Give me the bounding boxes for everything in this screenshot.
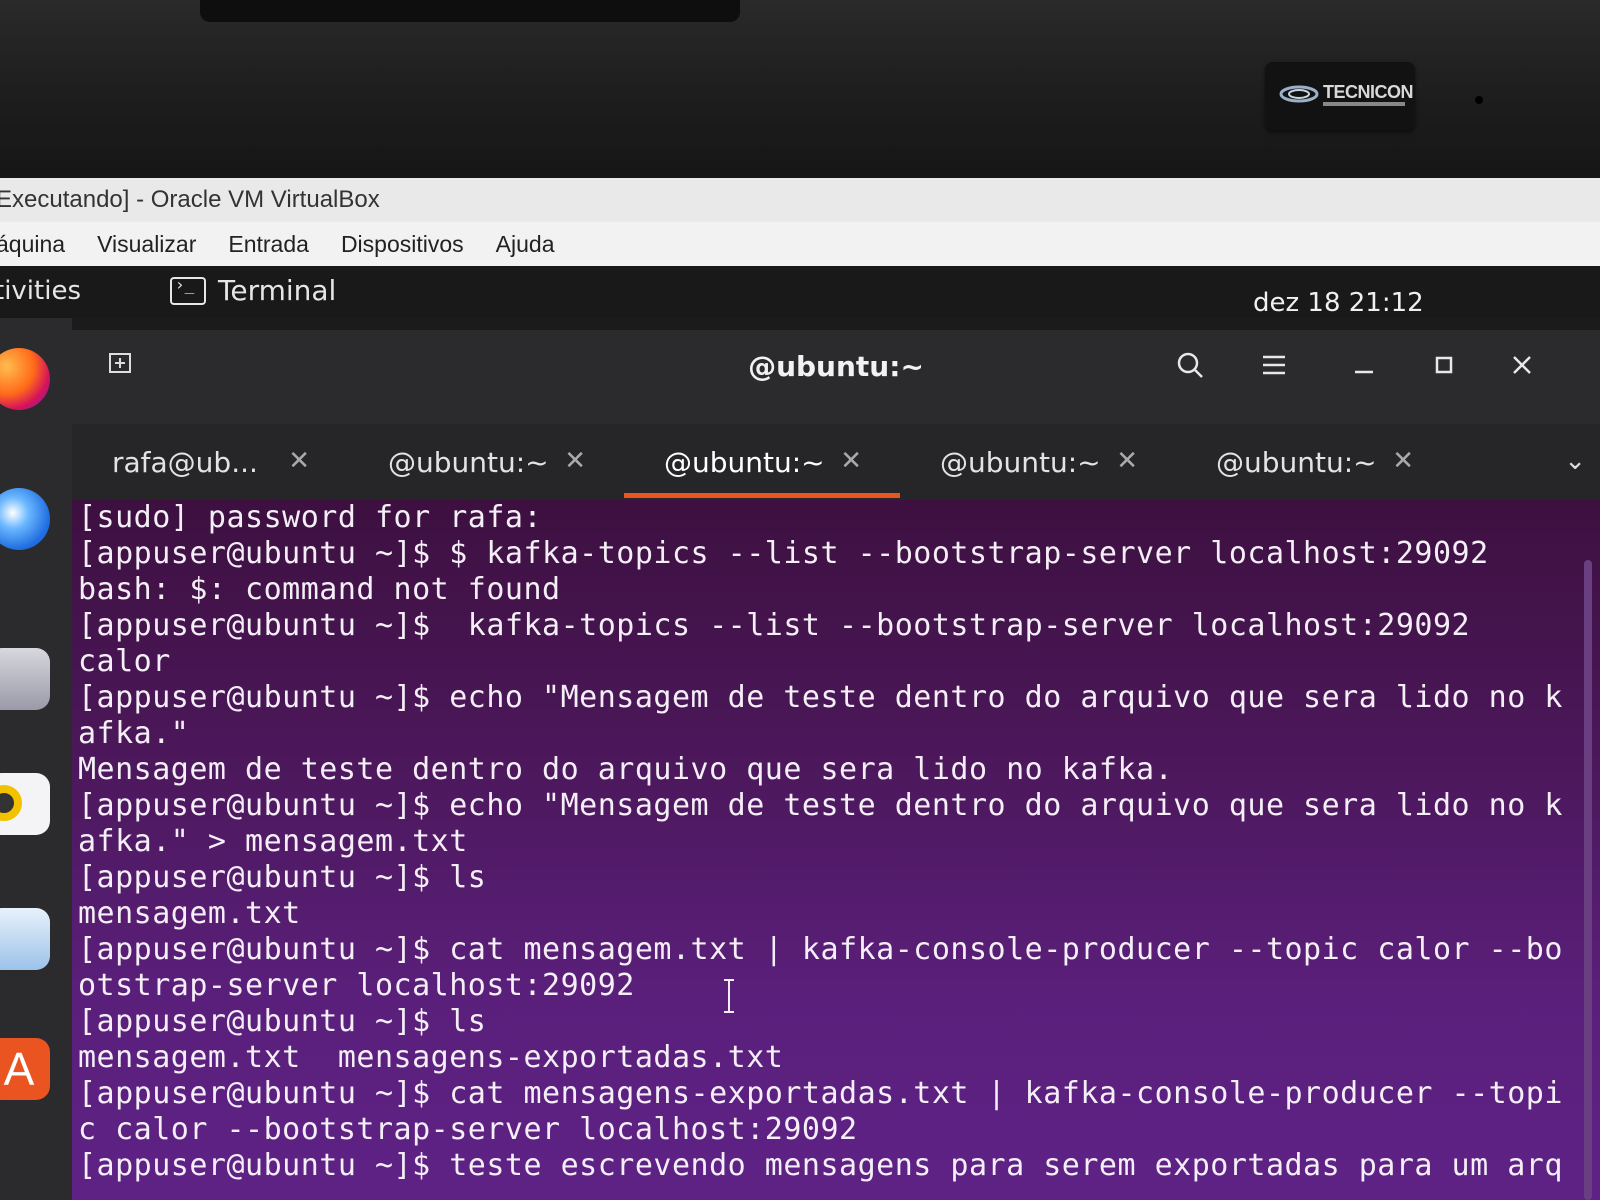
terminal-line: [sudo] password for rafa: [78, 500, 543, 535]
thunderbird-icon[interactable] [0, 488, 50, 550]
tab-close-icon[interactable]: ✕ [1116, 446, 1138, 476]
tab-4[interactable]: @ubuntu:~ ✕ [900, 424, 1176, 500]
terminal-line: c calor --bootstrap-server localhost:290… [78, 1112, 858, 1147]
search-icon [1177, 352, 1203, 378]
logo-text: TECNICON [1323, 82, 1414, 102]
terminal-line: [appuser@ubuntu ~]$ echo "Mensagem de te… [78, 788, 1563, 823]
terminal-line: [appuser@ubuntu ~]$ teste escrevendo men… [78, 1148, 1563, 1183]
search-button[interactable] [1170, 350, 1210, 390]
chevron-down-icon[interactable]: ⌄ [1564, 446, 1586, 476]
terminal-line: [appuser@ubuntu ~]$ cat mensagens-export… [78, 1076, 1563, 1111]
terminal-output[interactable]: [sudo] password for rafa: [appuser@ubunt… [72, 500, 1600, 1200]
tab-label: @ubuntu:~ [1216, 445, 1377, 479]
logo-subtitle-mark [1323, 102, 1405, 106]
terminal-icon [170, 275, 206, 305]
writer-icon[interactable] [0, 908, 50, 970]
monitor-bezel: TECNICON [0, 0, 1600, 178]
menu-entrada[interactable]: Entrada [212, 222, 325, 266]
terminal-line: [appuser@ubuntu ~]$ kafka-topics --list … [78, 608, 1471, 643]
tab-label: @ubuntu:~ [388, 445, 549, 479]
menu-ajuda[interactable]: Ajuda [480, 222, 571, 266]
terminal-line: calor [78, 644, 171, 679]
terminal-line: [appuser@ubuntu ~]$ $ kafka-topics --lis… [78, 536, 1489, 571]
tecnicon-logo: TECNICON [1265, 62, 1415, 130]
dock: A [0, 318, 72, 1200]
software-center-icon[interactable]: A [0, 1038, 50, 1100]
terminal-line: mensagem.txt mensagens-exportadas.txt [78, 1040, 784, 1075]
close-icon [1513, 356, 1531, 374]
terminal-line: otstrap-server localhost:29092 [78, 968, 635, 1003]
terminal-line: [appuser@ubuntu ~]$ echo "Mensagem de te… [78, 680, 1563, 715]
maximize-button[interactable] [1424, 350, 1464, 390]
tab-label: @ubuntu:~ [940, 445, 1101, 479]
tab-label: rafa@ub... [112, 445, 258, 479]
terminal-line: afka." > mensagem.txt [78, 824, 468, 859]
terminal-line: mensagem.txt [78, 896, 301, 931]
close-button[interactable] [1502, 350, 1542, 390]
activities-button[interactable]: tivities [0, 276, 81, 306]
tab-2[interactable]: @ubuntu:~ ✕ [348, 424, 624, 500]
bezel-slot [200, 0, 740, 22]
window-title: Executando] - Oracle VM VirtualBox [0, 186, 380, 213]
app-name: Terminal [218, 274, 337, 307]
hamburger-icon [1263, 355, 1285, 375]
terminal-line: bash: $: command not found [78, 572, 561, 607]
menu-visualizar[interactable]: Visualizar [81, 222, 212, 266]
tab-5[interactable]: @ubuntu:~ ✕ [1176, 424, 1452, 500]
tab-3-active[interactable]: @ubuntu:~ ✕ [624, 424, 900, 500]
terminal-window: @ubuntu:~ rafa@ub... ✕ @ubuntu:~ ✕ @ubun… [72, 330, 1600, 1200]
tecnicon-logo-mark [1279, 85, 1319, 103]
terminal-header-bar: @ubuntu:~ [72, 330, 1600, 424]
tab-close-icon[interactable]: ✕ [1392, 446, 1414, 476]
menu-maquina[interactable]: áquina [0, 222, 81, 266]
clock[interactable]: dez 18 21:12 [1253, 288, 1424, 318]
files-icon[interactable] [0, 648, 50, 710]
tab-close-icon[interactable]: ✕ [564, 446, 586, 476]
firefox-icon[interactable] [0, 348, 50, 410]
terminal-line: [appuser@ubuntu ~]$ cat mensagem.txt | k… [78, 932, 1563, 967]
terminal-line: Mensagem de teste dentro do arquivo que … [78, 752, 1174, 787]
minimize-icon [1355, 370, 1373, 374]
maximize-icon [1435, 356, 1453, 374]
virtualbox-menu-bar: áquina Visualizar Entrada Dispositivos A… [0, 222, 1600, 266]
virtualbox-title-bar: Executando] - Oracle VM VirtualBox [0, 178, 1600, 222]
menu-dispositivos[interactable]: Dispositivos [325, 222, 480, 266]
tab-1[interactable]: rafa@ub... ✕ [72, 424, 348, 500]
app-menu-terminal[interactable]: Terminal [170, 274, 336, 307]
tab-close-icon[interactable]: ✕ [288, 446, 310, 476]
ubuntu-top-bar: tivities Terminal dez 18 21:12 [0, 266, 1600, 318]
tab-bar: rafa@ub... ✕ @ubuntu:~ ✕ @ubuntu:~ ✕ @ub… [72, 424, 1600, 500]
webcam [1475, 96, 1483, 104]
tab-label: @ubuntu:~ [664, 445, 825, 479]
text-cursor-icon [724, 979, 734, 1013]
tab-close-icon[interactable]: ✕ [840, 446, 862, 476]
hamburger-menu-button[interactable] [1254, 350, 1294, 390]
scrollbar[interactable] [1584, 560, 1592, 1200]
minimize-button[interactable] [1344, 350, 1384, 390]
terminal-line: [appuser@ubuntu ~]$ ls [78, 860, 487, 895]
rhythmbox-icon[interactable] [0, 773, 50, 835]
terminal-line: afka." [78, 716, 190, 751]
terminal-line: [appuser@ubuntu ~]$ ls [78, 1004, 487, 1039]
